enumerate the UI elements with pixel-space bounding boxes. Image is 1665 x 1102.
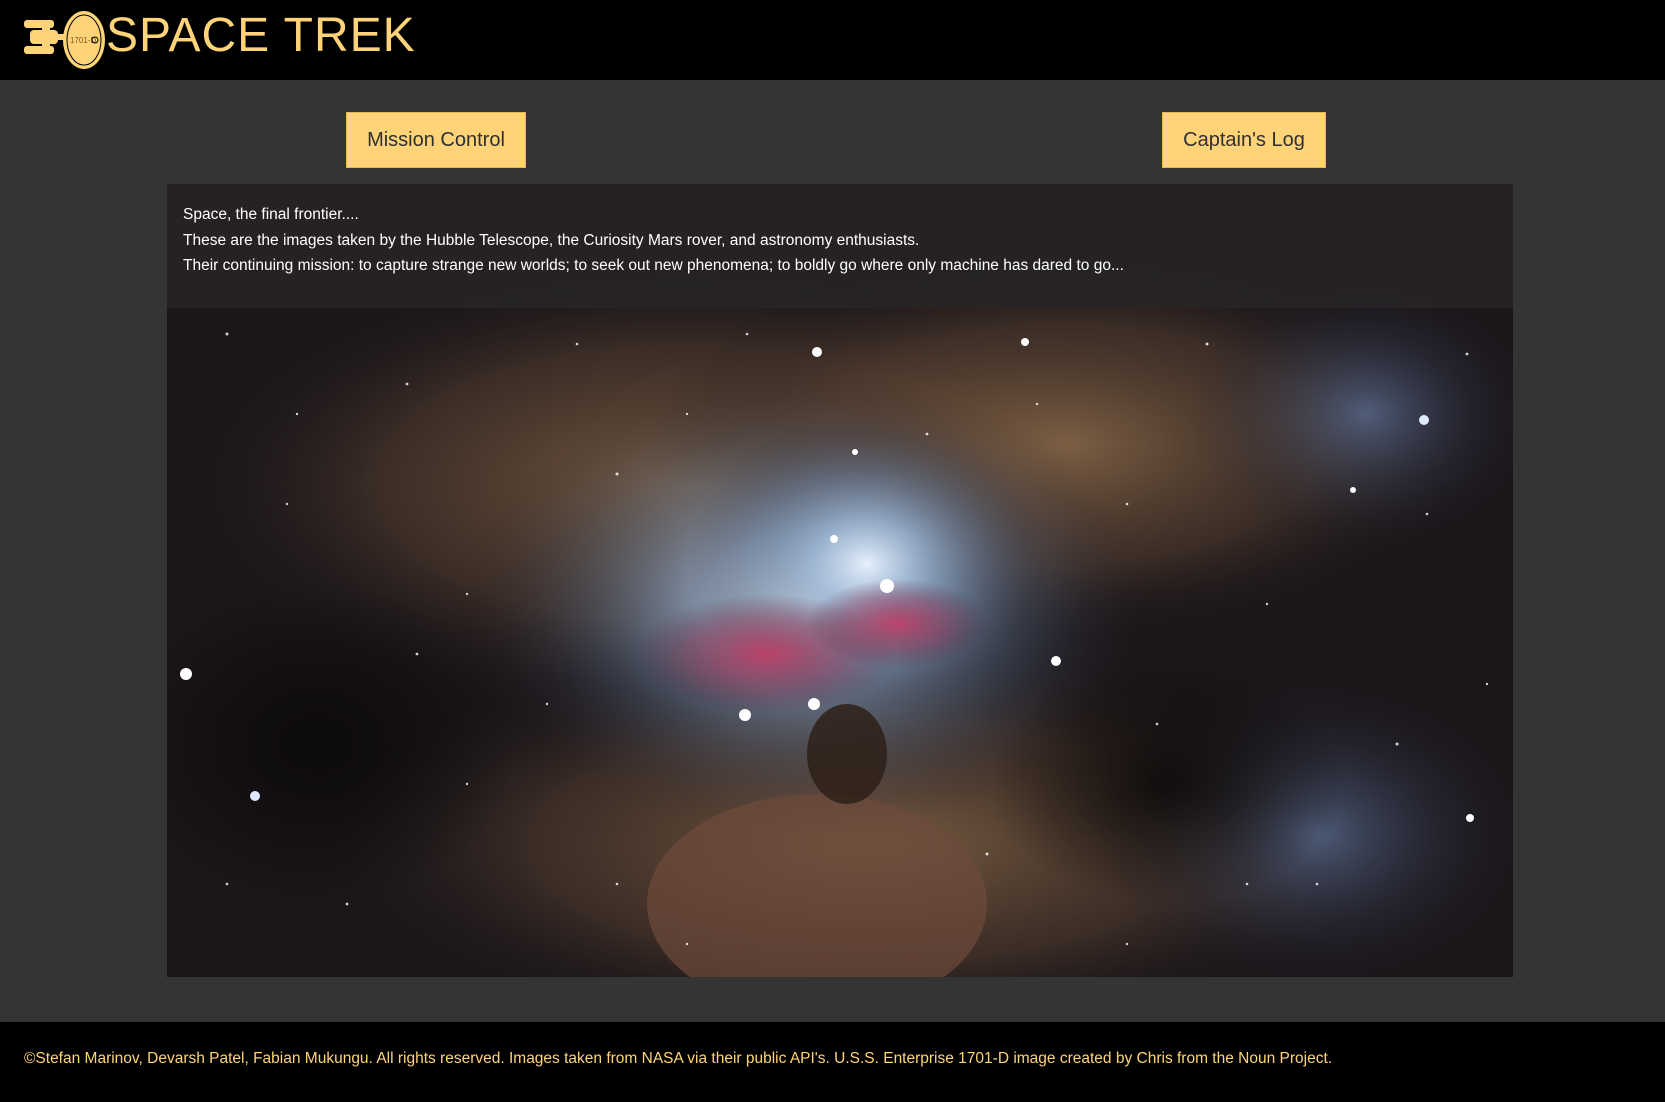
- starship-enterprise-icon[interactable]: 1701-D: [22, 8, 106, 72]
- intro-line: Their continuing mission: to capture str…: [183, 257, 1124, 274]
- site-title[interactable]: SPACE TREK: [106, 8, 416, 64]
- hero-image: Space, the final frontier.... These are …: [167, 184, 1513, 977]
- site-header: 1701-D SPACE TREK: [0, 0, 1665, 80]
- site-footer: ©Stefan Marinov, Devarsh Patel, Fabian M…: [0, 1022, 1665, 1102]
- intro-line: These are the images taken by the Hubble…: [183, 231, 920, 249]
- mission-control-button[interactable]: Mission Control: [346, 112, 526, 168]
- intro-line: Space, the final frontier....: [183, 206, 359, 223]
- captains-log-button[interactable]: Captain's Log: [1162, 112, 1326, 168]
- copyright-text: ©Stefan Marinov, Devarsh Patel, Fabian M…: [24, 1050, 1333, 1067]
- intro-panel: Space, the final frontier.... These are …: [167, 184, 1513, 308]
